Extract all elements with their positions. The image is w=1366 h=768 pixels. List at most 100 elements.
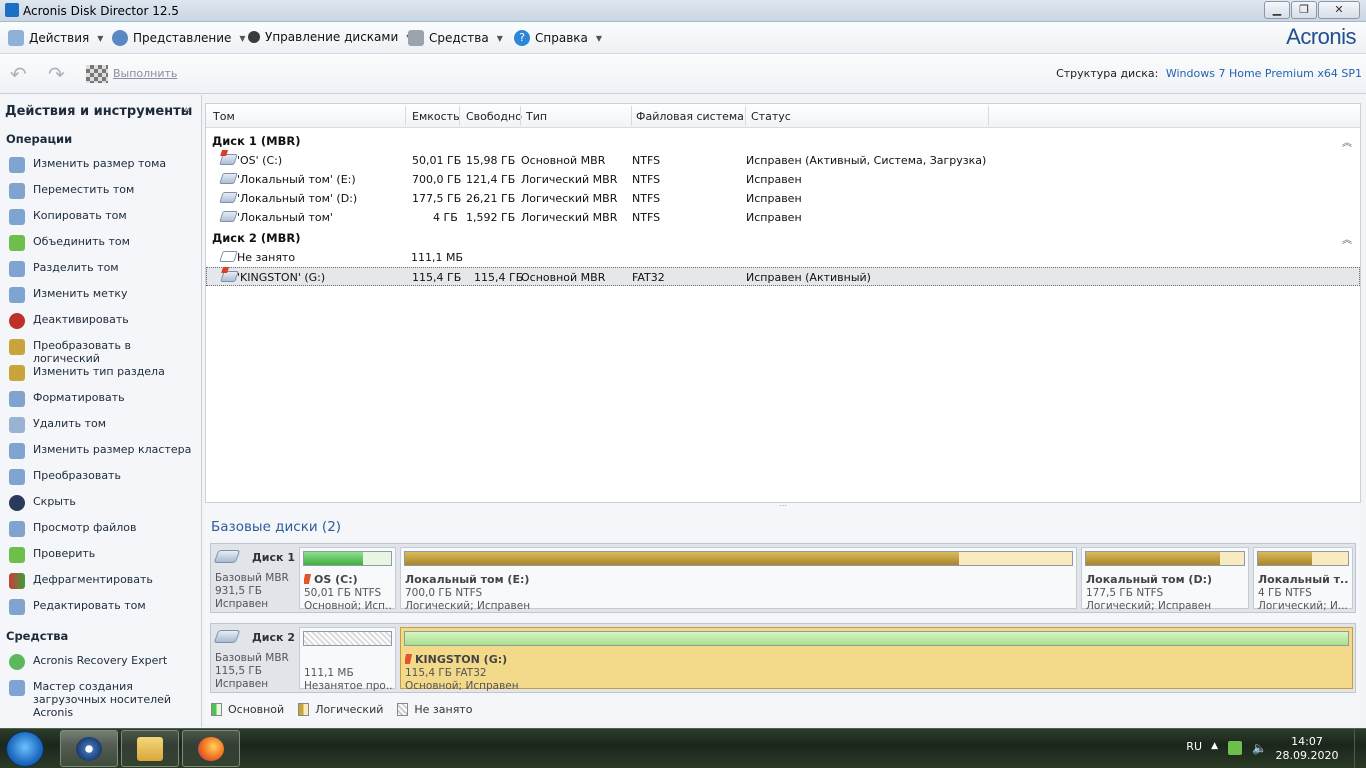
op-copy-volume[interactable]: Копировать том	[9, 209, 199, 225]
cell-free: 121,4 ГБ	[466, 173, 516, 186]
partition-os[interactable]: OS (C:) 50,01 ГБ NTFS Основной; Исп...	[299, 547, 396, 612]
usage-bar	[303, 551, 392, 566]
col-divider[interactable]	[520, 106, 521, 126]
window-title: Acronis Disk Director 12.5	[23, 4, 179, 18]
collapse-sidebar-icon[interactable]: «	[183, 103, 191, 118]
collapse-group-icon[interactable]: ︽	[1342, 134, 1352, 149]
taskbar-acronis[interactable]	[60, 730, 118, 767]
op-change-label[interactable]: Изменить метку	[9, 287, 199, 303]
disk-row[interactable]: Диск 2 Базовый MBR 115,5 ГБ Исправен 111…	[210, 623, 1356, 693]
table-row-selected[interactable]: 'KINGSTON' (G:) 115,4 ГБ 115,4 ГБ Основн…	[206, 267, 1360, 286]
partition-local[interactable]: Локальный т... 4 ГБ NTFS Логический; И..…	[1253, 547, 1353, 612]
op-change-cluster-size[interactable]: Изменить размер кластера	[9, 443, 199, 459]
partition-unallocated[interactable]: 111,1 МБ Незанятое про...	[299, 627, 396, 692]
partition-kingston-selected[interactable]: KINGSTON (G:) 115,4 ГБ FAT32 Основной; И…	[400, 627, 1353, 692]
usage-bar	[404, 631, 1349, 646]
network-icon[interactable]	[1228, 741, 1242, 755]
taskbar-explorer[interactable]	[121, 730, 179, 767]
partition-name: KINGSTON (G:)	[405, 653, 1349, 666]
maximize-icon: ❐	[1299, 3, 1309, 16]
table-row[interactable]: 'Локальный том' 4 ГБ 1,592 ГБ Логический…	[206, 208, 1360, 227]
table-row[interactable]: 'Локальный том' (D:) 177,5 ГБ 26,21 ГБ Л…	[206, 189, 1360, 208]
partition-size: 50,01 ГБ NTFS	[304, 587, 382, 599]
show-desktop-button[interactable]	[1354, 729, 1366, 768]
tool-bootable-media[interactable]: Мастер создания загрузочных носителей Ac…	[9, 680, 199, 719]
undo-icon[interactable]: ↶	[10, 64, 32, 84]
col-divider[interactable]	[459, 106, 460, 126]
menu-bar: Действия ▼ Представление ▼ Управление диск…	[0, 22, 1366, 54]
tool-label: Мастер создания загрузочных носителей Ac…	[33, 680, 172, 719]
col-volume[interactable]: Том	[213, 110, 235, 123]
volumes-table: Том Емкость Свободно Тип Файловая систем…	[205, 103, 1361, 503]
col-capacity[interactable]: Емкость	[412, 110, 460, 123]
partition-d[interactable]: Локальный том (D:) 177,5 ГБ NTFS Логичес…	[1081, 547, 1249, 612]
table-row[interactable]: Не занято 111,1 МБ	[206, 248, 1360, 267]
tool-recovery-expert[interactable]: Acronis Recovery Expert	[9, 654, 199, 670]
col-divider[interactable]	[405, 106, 406, 126]
sidebar-title: Действия и инструменты	[5, 104, 193, 119]
op-deactivate[interactable]: Деактивировать	[9, 313, 199, 329]
op-format[interactable]: Форматировать	[9, 391, 199, 407]
cell-status: Исправен	[746, 211, 802, 224]
window-controls: ▁ ❐ ✕	[1263, 1, 1360, 19]
legend-primary: Основной	[211, 703, 284, 716]
cell-capacity: 4 ГБ	[433, 211, 458, 224]
taskbar-firefox[interactable]	[182, 730, 240, 767]
op-resize-volume[interactable]: Изменить размер тома	[9, 157, 199, 173]
op-label: Копировать том	[33, 209, 127, 222]
legend-label: Основной	[228, 703, 285, 716]
disk-group-header: Диск 1 (MBR)	[212, 134, 301, 148]
op-browse-files[interactable]: Просмотр файлов	[9, 521, 199, 537]
col-divider[interactable]	[745, 106, 746, 126]
col-free[interactable]: Свободно	[466, 110, 522, 123]
op-delete-volume[interactable]: Удалить том	[9, 417, 199, 433]
cell-status: Исправен (Активный)	[746, 271, 871, 284]
start-button[interactable]	[6, 731, 44, 767]
tools-header: Средства	[6, 629, 69, 643]
usage-fill	[1086, 552, 1221, 565]
cell-fs: FAT32	[632, 271, 665, 284]
redo-icon[interactable]: ↷	[48, 64, 70, 84]
chevron-down-icon: ▼	[239, 33, 246, 43]
op-edit-volume[interactable]: Редактировать том	[9, 599, 199, 615]
menu-disk-management[interactable]: Управление дисками▼	[248, 30, 412, 44]
collapse-group-icon[interactable]: ︽	[1342, 231, 1352, 246]
clock[interactable]: 14:07 28.09.2020	[1272, 735, 1342, 763]
volume-icon[interactable]: 🔈	[1252, 741, 1267, 755]
op-convert[interactable]: Преобразовать	[9, 469, 199, 485]
col-filesystem[interactable]: Файловая система	[636, 110, 744, 123]
acronis-logo: Acronis	[1286, 24, 1356, 49]
table-row[interactable]: 'Локальный том' (E:) 700,0 ГБ 121,4 ГБ Л…	[206, 170, 1360, 189]
op-move-volume[interactable]: Переместить том	[9, 183, 199, 199]
col-divider[interactable]	[631, 106, 632, 126]
close-button[interactable]: ✕	[1318, 1, 1360, 19]
op-split-volume[interactable]: Разделить том	[9, 261, 199, 277]
minimize-button[interactable]: ▁	[1264, 1, 1290, 19]
partition-e[interactable]: Локальный том (E:) 700,0 ГБ NTFS Логичес…	[400, 547, 1077, 612]
menu-tools[interactable]: Средства ▼	[408, 30, 503, 46]
show-hidden-icons-icon[interactable]: ▲	[1211, 741, 1218, 751]
move-volume-icon	[9, 183, 25, 199]
table-row[interactable]: 'OS' (C:) 50,01 ГБ 15,98 ГБ Основной MBR…	[206, 151, 1360, 170]
col-type[interactable]: Тип	[526, 110, 547, 123]
col-status[interactable]: Статус	[751, 110, 791, 123]
col-divider[interactable]	[988, 106, 989, 126]
op-convert-to-logical[interactable]: Преобразовать в логический	[9, 339, 199, 365]
menu-view[interactable]: Представление ▼	[112, 30, 246, 46]
disk-row[interactable]: Диск 1 Базовый MBR 931,5 ГБ Исправен OS …	[210, 543, 1356, 613]
maximize-button[interactable]: ❐	[1291, 1, 1317, 19]
op-hide[interactable]: Скрыть	[9, 495, 199, 511]
run-button[interactable]: Выполнить	[113, 67, 177, 80]
legend: Основной Логический Не занято	[211, 703, 486, 716]
op-defragment[interactable]: Дефрагментировать	[9, 573, 199, 589]
language-indicator[interactable]: RU	[1186, 740, 1202, 753]
pane-splitter[interactable]: ⋯	[205, 502, 1361, 511]
menu-help[interactable]: ? Справка ▼	[514, 30, 602, 46]
op-change-partition-type[interactable]: Изменить тип раздела	[9, 365, 199, 381]
menu-actions[interactable]: Действия ▼	[8, 30, 103, 46]
cell-free: 26,21 ГБ	[466, 192, 516, 205]
op-check[interactable]: Проверить	[9, 547, 199, 563]
op-merge-volume[interactable]: Объединить том	[9, 235, 199, 251]
disk-structure-link[interactable]: Windows 7 Home Premium x64 SP1	[1166, 67, 1362, 80]
explorer-taskbar-icon	[137, 737, 163, 761]
